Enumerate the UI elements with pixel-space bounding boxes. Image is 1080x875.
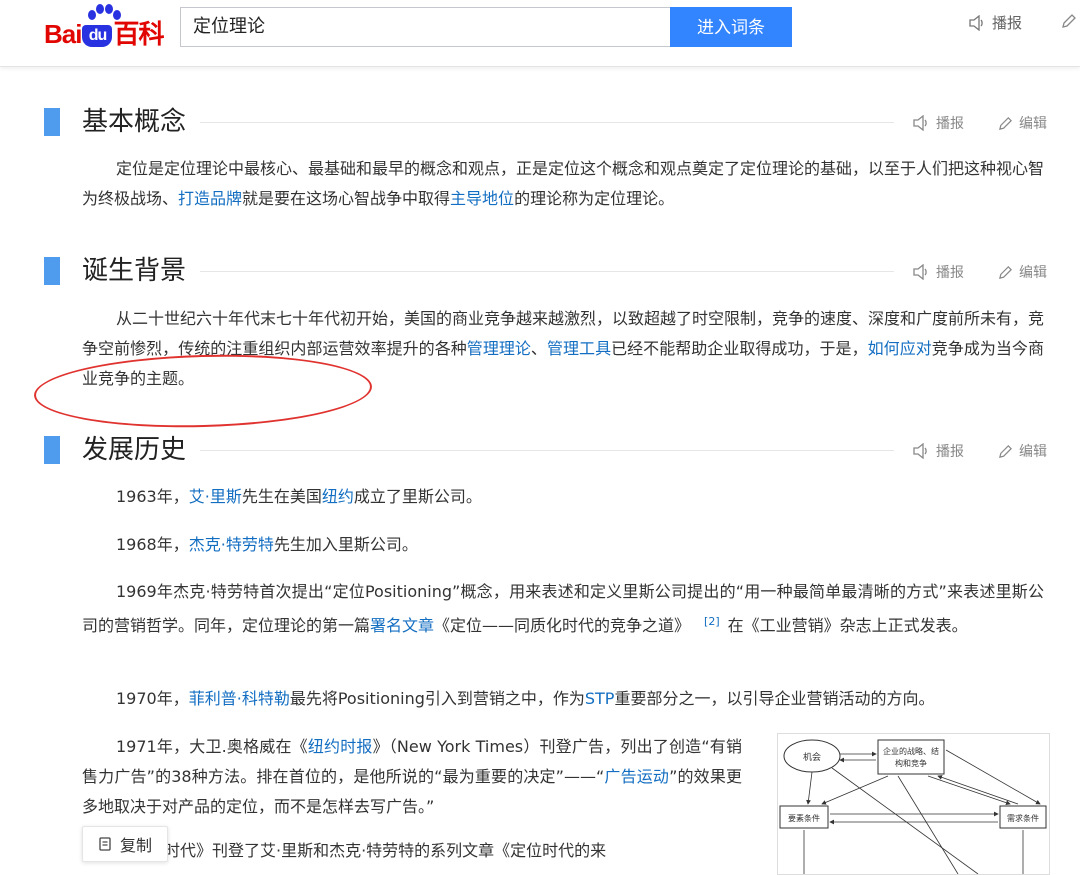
speaker-icon: [969, 14, 983, 31]
baidu-baike-logo[interactable]: Bai du 百科: [44, 4, 172, 50]
link-new-york[interactable]: 纽约: [322, 487, 354, 506]
logo-du-text: du: [82, 25, 113, 47]
section-edit-button[interactable]: 编辑: [998, 441, 1047, 461]
paragraph-1970: 1970年，菲利普·科特勒最先将Positioning引入到营销之中，作为STP…: [116, 689, 935, 708]
diagram-label-strategy-1: 企业的战略、结: [883, 746, 939, 756]
link-ad-campaign[interactable]: 广告运动: [604, 767, 669, 786]
link-nyt[interactable]: 纽约时报: [308, 737, 373, 756]
link-signed-article[interactable]: 署名文章: [370, 616, 434, 635]
copy-button-label: 复制: [119, 836, 152, 855]
pencil-icon: [999, 116, 1012, 130]
link-al-ries[interactable]: 艾·里斯: [189, 487, 242, 506]
diagram-label-factor: 要素条件: [788, 813, 820, 823]
search-input[interactable]: 定位理论: [180, 7, 670, 47]
diagram-label-strategy-2: 构和竞争: [895, 758, 927, 768]
speaker-icon: [913, 443, 927, 459]
link-stp[interactable]: STP: [585, 689, 615, 708]
link-dominant-position[interactable]: 主导地位: [450, 189, 514, 208]
section-title: 诞生背景: [82, 256, 187, 286]
section-edit-button[interactable]: 编辑: [998, 262, 1047, 282]
section-divider: [200, 271, 894, 272]
speaker-icon: [913, 264, 927, 280]
section-accent-bar: [44, 257, 60, 285]
link-management-theory[interactable]: 管理理论: [467, 339, 531, 358]
pencil-icon[interactable]: [1060, 12, 1078, 30]
paragraph-1968: 1968年，杰克·特劳特先生加入里斯公司。: [116, 535, 418, 554]
copy-icon: [99, 837, 111, 851]
link-how-to-respond[interactable]: 如何应对: [868, 339, 932, 358]
section-play-button[interactable]: 播报: [912, 262, 964, 282]
paragraph-ad-age: 《广告时代》刊登了艾·里斯和杰克·特劳特的系列文章《定位时代的来: [116, 841, 607, 860]
link-management-tools[interactable]: 管理工具: [547, 339, 611, 358]
logo-baike-text: 百科: [113, 19, 164, 49]
top-header: Bai du 百科 定位理论 进入词条 播报: [0, 0, 1080, 67]
pencil-icon: [999, 444, 1012, 458]
paragraph-1969: 1969年杰克·特劳特首次提出“定位Positioning”概念，用来表述和定义…: [82, 582, 1044, 635]
section-play-button[interactable]: 播报: [912, 441, 964, 461]
section-title: 发展历史: [82, 435, 187, 465]
link-philip-kotler[interactable]: 菲利普·科特勒: [189, 689, 290, 708]
link-build-brand[interactable]: 打造品牌: [178, 189, 242, 208]
paragraph-1963: 1963年，艾·里斯先生在美国纽约成立了里斯公司。: [116, 487, 482, 506]
paragraph: 定位是定位理论中最核心、最基础和最早的概念和观点，正是定位这个概念和观点奠定了定…: [82, 159, 1045, 208]
paw-icon: [88, 4, 121, 20]
section-accent-bar: [44, 436, 60, 464]
diagram-svg: 机会 企业的战略、结 构和竞争 要素条件 需求条件: [779, 739, 1047, 874]
section-play-button[interactable]: 播报: [912, 113, 964, 133]
section-title: 基本概念: [82, 107, 187, 137]
diamond-model-diagram[interactable]: 机会 企业的战略、结 构和竞争 要素条件 需求条件: [777, 733, 1050, 875]
pencil-icon: [999, 265, 1012, 279]
logo-bai-text: Bai: [44, 19, 82, 49]
diagram-label-demand: 需求条件: [1007, 813, 1039, 823]
section-edit-button[interactable]: 编辑: [998, 113, 1047, 133]
header-play-button[interactable]: 播报: [968, 12, 1022, 33]
diagram-node-strategy: [877, 739, 945, 775]
paragraph-1971: 1971年，大卫.奥格威在《纽约时报》（New York Times）刊登广告，…: [82, 737, 742, 816]
header-play-label: 播报: [992, 14, 1023, 32]
copy-button[interactable]: 复制: [82, 826, 168, 862]
section-accent-bar: [44, 108, 60, 136]
diagram-label-opportunity: 机会: [803, 751, 821, 763]
section-divider: [200, 122, 894, 123]
enter-entry-button[interactable]: 进入词条: [670, 7, 792, 47]
reference-link[interactable]: [2]: [704, 615, 720, 628]
speaker-icon: [913, 115, 927, 131]
link-jack-trout[interactable]: 杰克·特劳特: [189, 535, 274, 554]
section-divider: [200, 450, 894, 451]
